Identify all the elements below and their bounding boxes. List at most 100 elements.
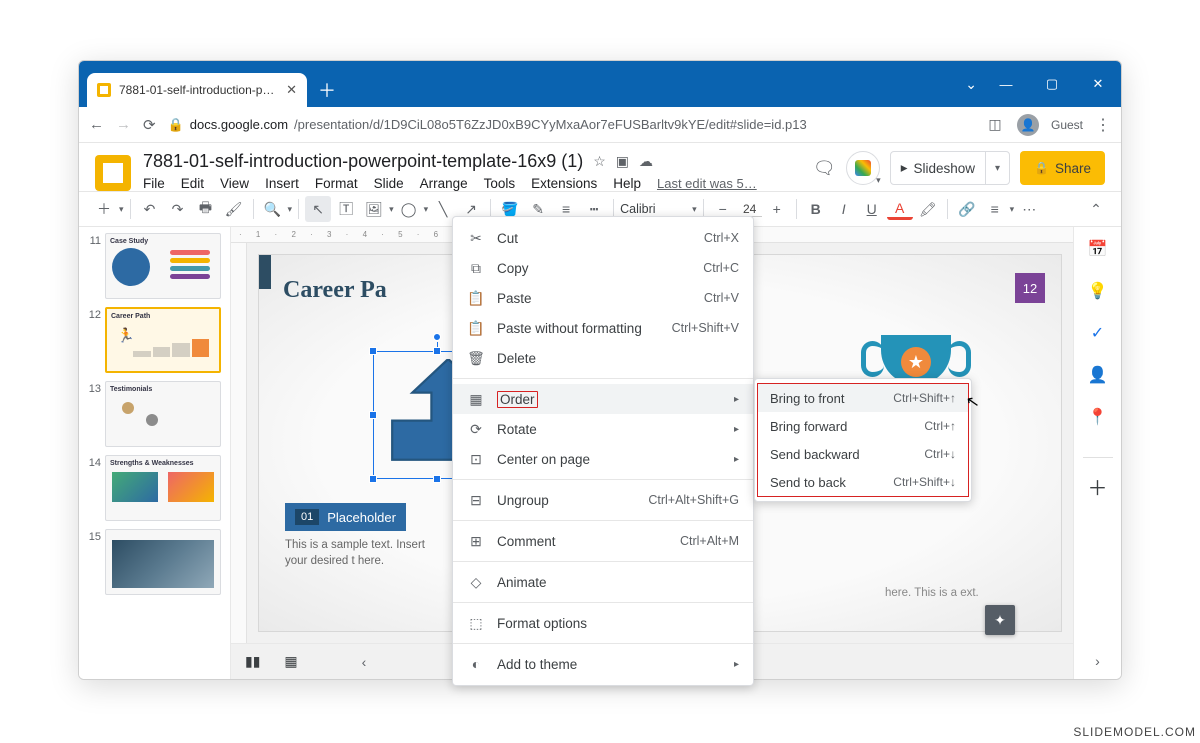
slide-thumb-11[interactable]: Case Study (105, 233, 221, 299)
slideshow-dropdown[interactable]: ▾ (985, 152, 1009, 184)
print-button[interactable]: 🖶 (193, 196, 219, 222)
browser-menu-icon[interactable]: ⋮ (1095, 115, 1111, 135)
ctx-comment[interactable]: ⊞CommentCtrl+Alt+M (453, 526, 753, 556)
font-increase-button[interactable]: + (764, 196, 790, 222)
more-tools-button[interactable]: ⋯ (1016, 196, 1042, 222)
ctx-paste-without-formatting[interactable]: 📋Paste without formattingCtrl+Shift+V (453, 313, 753, 343)
ctx-cut[interactable]: ✂CutCtrl+X (453, 223, 753, 253)
extensions-icon[interactable]: ◫ (985, 115, 1005, 135)
menu-edit[interactable]: Edit (181, 176, 204, 191)
new-tab-button[interactable]: ＋ (313, 76, 341, 104)
submenu-send-to-back[interactable]: Send to back Ctrl+Shift+↓ (758, 468, 968, 496)
collapse-toolbar-button[interactable]: ⌃ (1083, 196, 1109, 222)
text-color-button[interactable]: A (887, 198, 913, 220)
ctx-delete[interactable]: 🗑Delete (453, 343, 753, 373)
url-field[interactable]: 🔒 docs.google.com/presentation/d/1D9CiL0… (168, 117, 973, 133)
browser-tab[interactable]: 7881-01-self-introduction-powe ✕ (87, 73, 307, 107)
resize-handle-s[interactable] (433, 475, 441, 483)
ctx-animate[interactable]: ◇Animate (453, 567, 753, 597)
menu-extensions[interactable]: Extensions (531, 176, 597, 191)
sample-text[interactable]: This is a sample text. Insert your desir… (285, 537, 445, 569)
ctx-copy[interactable]: ⧉CopyCtrl+C (453, 253, 753, 283)
bold-button[interactable]: B (803, 196, 829, 222)
calendar-icon[interactable]: 📅 (1088, 239, 1108, 259)
ctx-order[interactable]: ▦Order▸ (453, 384, 753, 414)
menu-view[interactable]: View (220, 176, 249, 191)
cloud-status-icon[interactable]: ☁ (639, 153, 653, 170)
back-button[interactable]: ← (89, 116, 104, 133)
profile-avatar-icon[interactable]: 👤 (1017, 114, 1039, 136)
menu-format[interactable]: Format (315, 176, 358, 191)
thumb-number: 15 (85, 529, 101, 543)
placeholder-label[interactable]: 01 Placeholder (285, 503, 406, 531)
meet-button[interactable]: ▾ (846, 151, 880, 185)
keep-icon[interactable]: 💡 (1088, 281, 1108, 301)
menu-insert[interactable]: Insert (265, 176, 299, 191)
submenu-bring-forward[interactable]: Bring forward Ctrl+↑ (758, 412, 968, 440)
slide-thumb-13[interactable]: Testimonials (105, 381, 221, 447)
menu-file[interactable]: File (143, 176, 165, 191)
close-window-button[interactable]: ✕ (1075, 61, 1121, 107)
paint-format-button[interactable]: 🖌 (221, 196, 247, 222)
resize-handle-sw[interactable] (369, 475, 377, 483)
shape-tool[interactable]: ◯ (396, 196, 422, 222)
underline-button[interactable]: U (859, 196, 885, 222)
menu-slide[interactable]: Slide (374, 176, 404, 191)
ctx-format-options[interactable]: ⬚Format options (453, 608, 753, 638)
ctx-paste[interactable]: 📋PasteCtrl+V (453, 283, 753, 313)
undo-button[interactable]: ↶ (137, 196, 163, 222)
menu-arrange[interactable]: Arrange (420, 176, 468, 191)
doc-title[interactable]: 7881-01-self-introduction-powerpoint-tem… (143, 151, 583, 172)
maximize-button[interactable]: ▢ (1029, 61, 1075, 107)
grid-view-icon[interactable]: ▦ (284, 653, 297, 670)
explore-button[interactable]: ✦ (985, 605, 1015, 635)
resize-handle-w[interactable] (369, 411, 377, 419)
align-button[interactable]: ≡ (982, 196, 1008, 222)
forward-button[interactable]: → (116, 116, 131, 133)
font-selector[interactable]: Calibri (620, 202, 690, 216)
minimize-button[interactable]: — (983, 61, 1029, 107)
ctx-add-to-theme[interactable]: ◐Add to theme▸ (453, 649, 753, 679)
submenu-send-backward[interactable]: Send backward Ctrl+↓ (758, 440, 968, 468)
textbox-tool[interactable]: 🅃 (333, 196, 359, 222)
last-edit-link[interactable]: Last edit was 5… (657, 176, 757, 191)
ctx-icon: 📋 (467, 320, 485, 337)
select-tool[interactable]: ↖ (305, 196, 331, 222)
filmstrip-view-icon[interactable]: ▮▮ (245, 653, 260, 670)
slide-thumb-14[interactable]: Strengths & Weaknesses (105, 455, 221, 521)
star-icon[interactable]: ☆ (593, 153, 606, 170)
font-size-field[interactable]: 24 (738, 202, 762, 217)
reload-button[interactable]: ⟳ (143, 116, 156, 134)
resize-handle-nw[interactable] (369, 347, 377, 355)
filmstrip-collapse-icon[interactable]: ‹ (362, 654, 367, 670)
zoom-button[interactable]: 🔍 (260, 196, 286, 222)
window-chevron-icon[interactable]: ⌄ (965, 76, 977, 93)
link-button[interactable]: 🔗 (954, 196, 980, 222)
ctx-ungroup[interactable]: ⊟UngroupCtrl+Alt+Shift+G (453, 485, 753, 515)
rotation-handle[interactable] (433, 333, 441, 341)
menu-tools[interactable]: Tools (484, 176, 516, 191)
redo-button[interactable]: ↷ (165, 196, 191, 222)
comments-icon[interactable]: 🗨 (813, 158, 836, 179)
slideshow-button[interactable]: ▸Slideshow ▾ (890, 151, 1010, 185)
slide-thumb-12[interactable]: Career Path 🏃 (105, 307, 221, 373)
highlight-button[interactable]: 🖍 (915, 196, 941, 222)
ctx-center-on-page[interactable]: ⊡Center on page▸ (453, 444, 753, 474)
addons-button[interactable]: ＋ (1083, 457, 1113, 501)
tasks-icon[interactable]: ✓ (1088, 323, 1108, 343)
sidepanel-collapse-icon[interactable]: › (1095, 653, 1100, 669)
submenu-bring-to-front[interactable]: Bring to front Ctrl+Shift+↑ (758, 384, 968, 412)
maps-icon[interactable]: 📍 (1088, 407, 1108, 427)
move-icon[interactable]: ▣ (616, 153, 629, 170)
new-slide-button[interactable]: ＋ (91, 196, 117, 222)
slide-thumb-15[interactable] (105, 529, 221, 595)
ctx-rotate[interactable]: ⟳Rotate▸ (453, 414, 753, 444)
slides-logo-icon[interactable] (95, 155, 131, 191)
contacts-icon[interactable]: 👤 (1088, 365, 1108, 385)
image-tool[interactable]: 🖼 (361, 196, 387, 222)
italic-button[interactable]: I (831, 196, 857, 222)
resize-handle-n[interactable] (433, 347, 441, 355)
share-button[interactable]: 🔒Share (1020, 151, 1105, 185)
tab-close-icon[interactable]: ✕ (286, 82, 297, 98)
menu-help[interactable]: Help (613, 176, 641, 191)
